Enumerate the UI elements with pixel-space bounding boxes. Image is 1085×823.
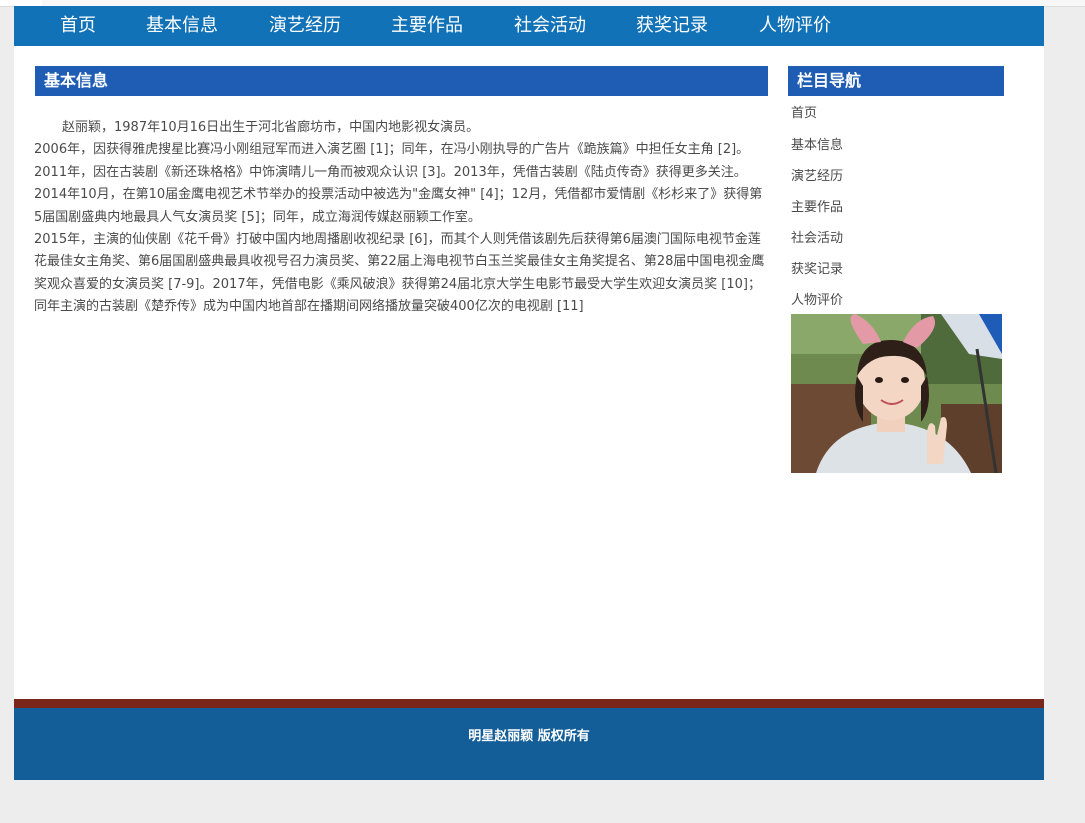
- sidebar-link-works[interactable]: 主要作品: [791, 196, 843, 215]
- nav-item-career[interactable]: 演艺经历: [269, 6, 341, 46]
- sidebar-link-career[interactable]: 演艺经历: [791, 165, 843, 184]
- nav-item-awards[interactable]: 获奖记录: [636, 6, 708, 46]
- sidebar-link-social[interactable]: 社会活动: [791, 227, 843, 246]
- footer-divider: [14, 699, 1044, 708]
- sidebar-heading: 栏目导航: [788, 66, 1004, 96]
- content-paragraph-intro: 赵丽颖，1987年10月16日出生于河北省廊坊市，中国内地影视女演员。: [62, 120, 480, 135]
- main-section-heading: 基本信息: [35, 66, 768, 96]
- profile-photo: [791, 314, 1002, 473]
- nav-item-home[interactable]: 首页: [60, 6, 96, 46]
- footer: 明星赵丽颖 版权所有: [14, 708, 1044, 780]
- sidebar-link-awards[interactable]: 获奖记录: [791, 258, 843, 277]
- nav-item-social[interactable]: 社会活动: [514, 6, 586, 46]
- page-container: 首页 基本信息 演艺经历 主要作品 社会活动 获奖记录 人物评价 基本信息 赵丽…: [14, 6, 1044, 780]
- nav-item-evaluation[interactable]: 人物评价: [759, 6, 831, 46]
- main-content: 赵丽颖，1987年10月16日出生于河北省廊坊市，中国内地影视女演员。 2006…: [34, 117, 769, 319]
- content-paragraph-achievements: 2015年，主演的仙侠剧《花千骨》打破中国内地周播剧收视纪录 [6]，而其个人则…: [34, 232, 765, 315]
- sidebar-link-basic-info[interactable]: 基本信息: [791, 134, 843, 153]
- top-navigation-bar: 首页 基本信息 演艺经历 主要作品 社会活动 获奖记录 人物评价: [14, 6, 1044, 46]
- copyright-text: 明星赵丽颖 版权所有: [468, 729, 590, 744]
- sidebar-link-evaluation[interactable]: 人物评价: [791, 289, 843, 308]
- content-paragraph-career: 2006年，因获得雅虎搜星比赛冯小刚组冠军而进入演艺圈 [1]；同年，在冯小刚执…: [34, 142, 763, 225]
- nav-item-works[interactable]: 主要作品: [391, 6, 463, 46]
- sidebar-link-home[interactable]: 首页: [791, 102, 817, 121]
- nav-item-basic-info[interactable]: 基本信息: [146, 6, 218, 46]
